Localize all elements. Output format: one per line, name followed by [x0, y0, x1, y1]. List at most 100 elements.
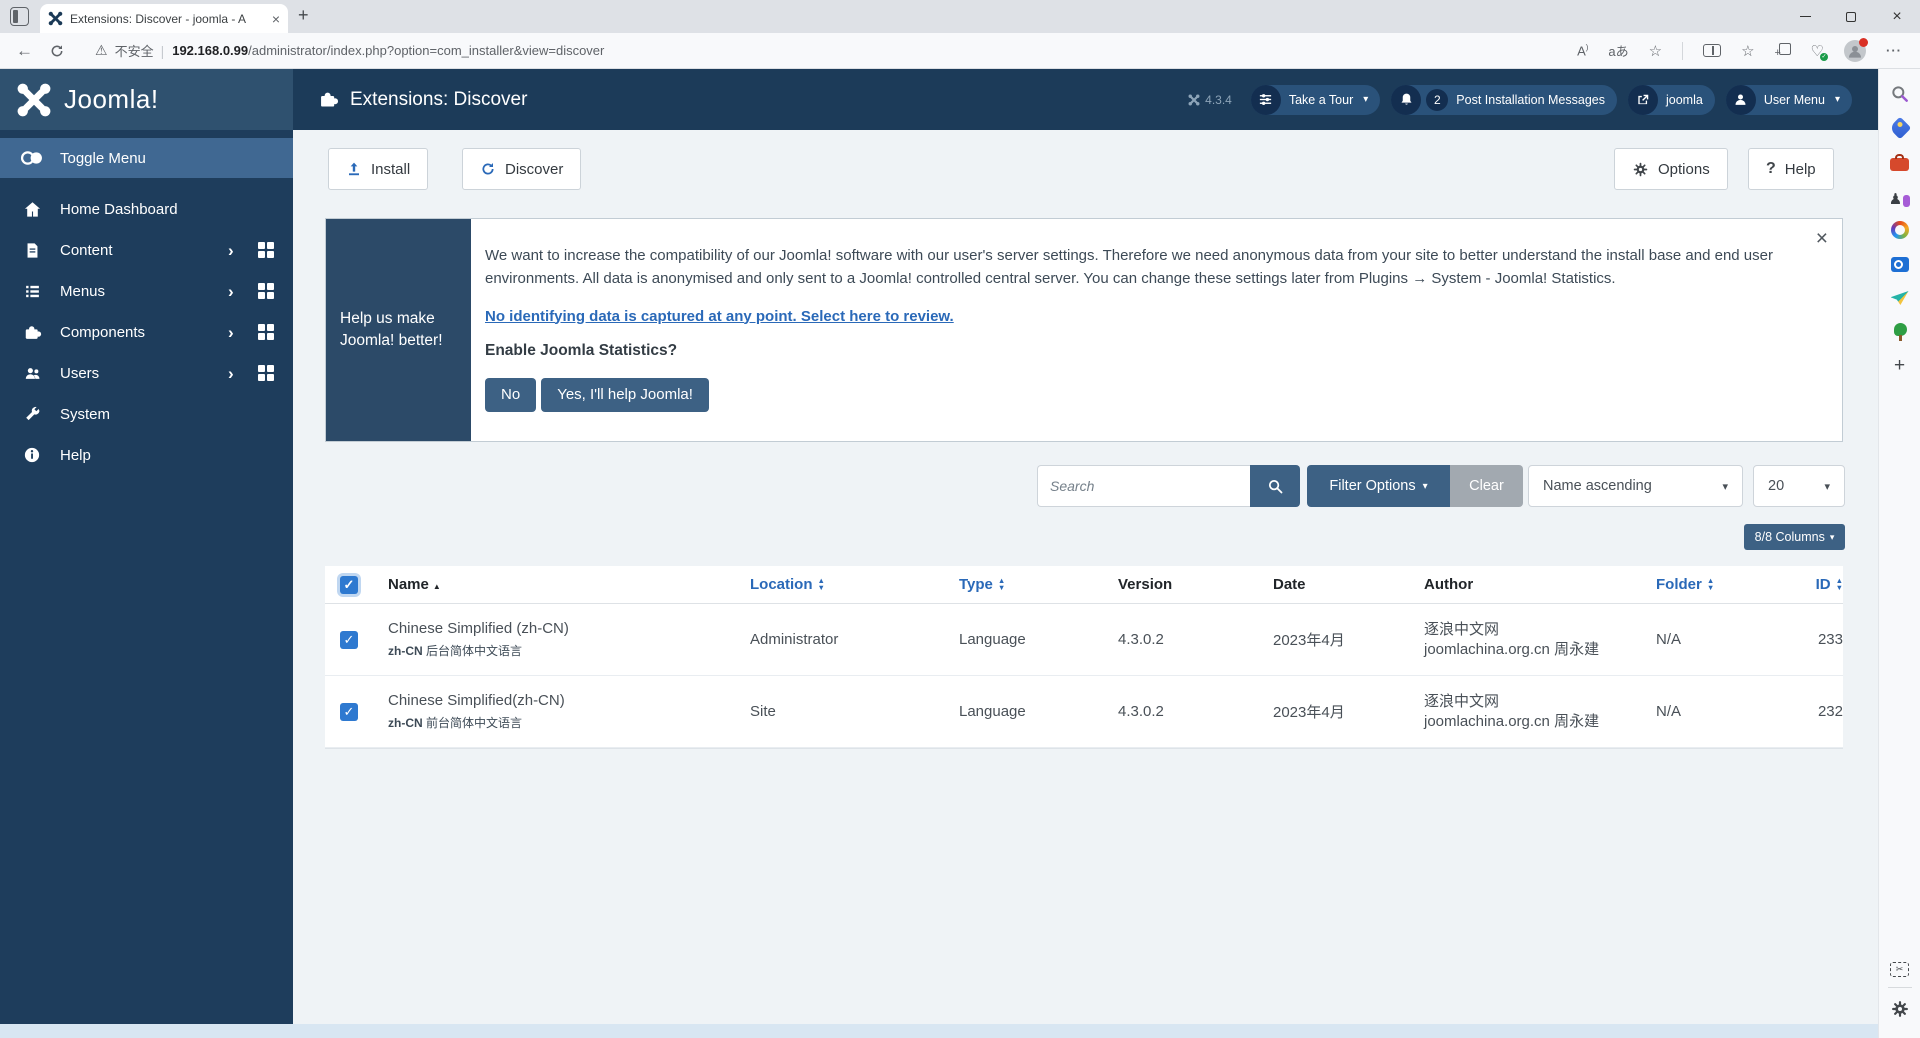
filter-options-button[interactable]: Filter Options ▾ [1307, 465, 1450, 507]
translate-icon[interactable]: aあ [1608, 41, 1628, 60]
limit-select[interactable]: 20 ▾ [1753, 465, 1845, 507]
joomla-logo[interactable]: Joomla! [0, 69, 293, 130]
browser-menu-icon[interactable]: ··· [1886, 43, 1902, 58]
column-header-date: Date [1273, 576, 1424, 593]
options-button[interactable]: Options [1614, 148, 1728, 190]
user-menu-button[interactable]: User Menu ▾ [1726, 85, 1852, 115]
column-header-folder[interactable]: Folder▲▼ [1656, 576, 1803, 593]
search-button[interactable] [1250, 465, 1300, 507]
sidebar-item-home-dashboard[interactable]: Home Dashboard [0, 189, 293, 229]
window-maximize-button[interactable] [1828, 0, 1874, 33]
column-header-id[interactable]: ID▲▼ [1803, 576, 1843, 593]
sidebar-search-icon[interactable] [1889, 83, 1911, 105]
extensions-table: ✓ Name▲ Location▲▼ Type▲▼ Version Date A… [325, 566, 1843, 749]
sidebar-microsoft365-icon[interactable] [1889, 219, 1911, 241]
question-icon: ? [1766, 160, 1776, 178]
refresh-icon[interactable] [49, 43, 65, 59]
browser-toolbar: ← ⚠ 不安全 | 192.168.0.99/administrator/ind… [0, 33, 1920, 69]
sliders-icon [1251, 85, 1281, 115]
browser-window: Extensions: Discover - joomla - A × + × … [0, 0, 1920, 1038]
sidebar-item-users[interactable]: Users › [0, 353, 293, 393]
sidebar-item-system[interactable]: System [0, 394, 293, 434]
chevron-right-icon: › [228, 283, 234, 300]
sidebar-tools-icon[interactable] [1889, 151, 1911, 173]
column-header-type[interactable]: Type▲▼ [959, 576, 1118, 593]
column-header-name[interactable]: Name▲ [388, 576, 750, 593]
chevron-right-icon: › [228, 324, 234, 341]
chevron-right-icon: › [228, 365, 234, 382]
statistics-yes-button[interactable]: Yes, I'll help Joomla! [541, 378, 709, 412]
column-header-location[interactable]: Location▲▼ [750, 576, 959, 593]
columns-button[interactable]: 8/8 Columns ▾ [1744, 524, 1845, 550]
split-screen-icon[interactable] [1703, 44, 1721, 57]
favorites-bar-icon[interactable]: ☆ [1741, 42, 1754, 60]
install-button[interactable]: Install [328, 148, 428, 190]
chevron-down-icon: ▾ [1423, 481, 1428, 492]
new-tab-button[interactable]: + [298, 5, 309, 26]
statistics-no-button[interactable]: No [485, 378, 536, 412]
notification-count-badge: 2 [1426, 89, 1448, 111]
puzzle-icon [20, 323, 44, 342]
extension-id: 232 [1803, 703, 1843, 720]
post-installation-messages-button[interactable]: 2 Post Installation Messages [1391, 85, 1617, 115]
joomla-header: Joomla! Extensions: Discover 4.3.4 Take … [0, 69, 1878, 130]
sidebar-item-menus[interactable]: Menus › [0, 271, 293, 311]
sidebar-item-content[interactable]: Content › [0, 230, 293, 270]
sidebar-drop-icon[interactable] [1889, 287, 1911, 309]
collections-icon[interactable]: + [1775, 43, 1791, 59]
sidebar-games-icon[interactable]: ♟ [1889, 185, 1911, 207]
dashboard-grid-icon[interactable] [258, 283, 274, 299]
sidebar-outlook-icon[interactable] [1889, 253, 1911, 275]
joomla-logo-text: Joomla! [64, 84, 159, 115]
document-icon [20, 241, 44, 260]
select-all-checkbox[interactable]: ✓ [340, 576, 358, 594]
search-input[interactable] [1037, 465, 1250, 507]
sidebar-add-icon[interactable]: + [1889, 355, 1911, 377]
extension-type: Language [959, 631, 1118, 648]
window-minimize-button[interactable] [1782, 0, 1828, 33]
profile-avatar[interactable] [1844, 40, 1866, 62]
admin-sidebar: Toggle Menu Home Dashboard Content › Men… [0, 130, 293, 1024]
url-divider: | [161, 43, 165, 59]
sidebar-item-components[interactable]: Components › [0, 312, 293, 352]
extension-folder: N/A [1656, 631, 1803, 648]
sort-select[interactable]: Name ascending ▾ [1528, 465, 1743, 507]
read-aloud-icon[interactable]: A) [1577, 43, 1588, 58]
close-icon[interactable]: × [1816, 227, 1828, 251]
screenshot-icon[interactable]: ✂ [1890, 962, 1909, 977]
sidebar-item-toggle-menu[interactable]: Toggle Menu [0, 138, 293, 178]
address-bar[interactable]: 192.168.0.99/administrator/index.php?opt… [172, 43, 604, 58]
url-host: 192.168.0.99 [172, 43, 248, 58]
extension-folder: N/A [1656, 703, 1803, 720]
window-close-button[interactable]: × [1874, 0, 1920, 33]
puzzle-icon [318, 89, 339, 110]
sidebar-grow-icon[interactable] [1889, 321, 1911, 343]
row-checkbox[interactable]: ✓ [340, 631, 358, 649]
column-header-version: Version [1118, 576, 1273, 593]
security-label[interactable]: 不安全 [115, 41, 154, 60]
wrench-icon [20, 405, 44, 423]
info-icon [20, 446, 44, 464]
browser-tab[interactable]: Extensions: Discover - joomla - A × [40, 4, 288, 33]
dashboard-grid-icon[interactable] [258, 242, 274, 258]
view-site-button[interactable]: joomla [1628, 85, 1715, 115]
take-a-tour-button[interactable]: Take a Tour ▾ [1251, 85, 1380, 115]
favorite-star-icon[interactable]: ☆ [1649, 42, 1662, 60]
sidebar-settings-icon[interactable] [1889, 998, 1911, 1020]
dashboard-grid-icon[interactable] [258, 365, 274, 381]
refresh-icon [480, 161, 496, 177]
statistics-review-link[interactable]: No identifying data is captured at any p… [485, 308, 954, 325]
tab-actions-icon[interactable] [10, 7, 29, 26]
tab-close-icon[interactable]: × [272, 11, 280, 27]
gear-icon [1632, 161, 1649, 178]
sidebar-shopping-icon[interactable] [1889, 117, 1911, 139]
row-checkbox[interactable]: ✓ [340, 703, 358, 721]
discover-button[interactable]: Discover [462, 148, 581, 190]
clear-button[interactable]: Clear [1450, 465, 1523, 507]
sidebar-item-help[interactable]: Help [0, 435, 293, 475]
browser-essentials-icon[interactable]: ♡✓ [1811, 42, 1824, 60]
help-button[interactable]: ? Help [1748, 148, 1834, 190]
back-icon[interactable]: ← [16, 41, 33, 61]
external-link-icon [1628, 85, 1658, 115]
dashboard-grid-icon[interactable] [258, 324, 274, 340]
